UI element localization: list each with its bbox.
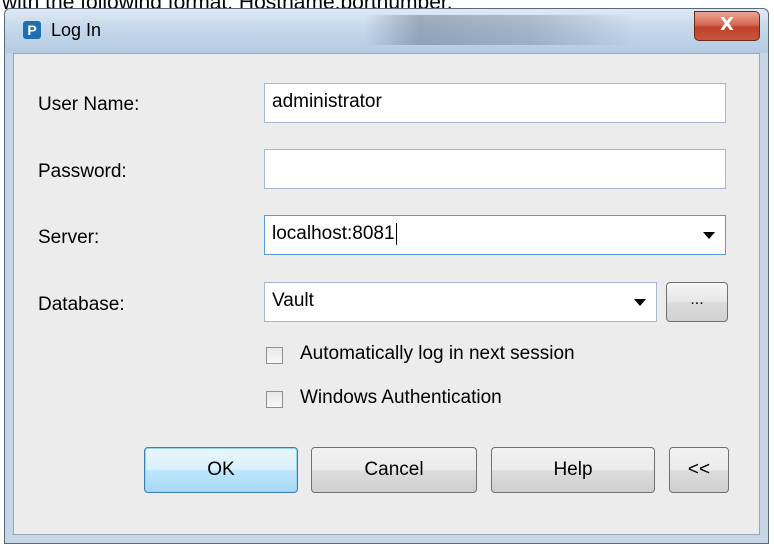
app-icon: P bbox=[23, 21, 41, 39]
text-caret bbox=[395, 222, 397, 245]
close-icon: X bbox=[720, 14, 734, 35]
server-combobox[interactable]: localhost:8081 bbox=[264, 215, 726, 255]
title-bar-background bbox=[365, 15, 635, 45]
collapse-button[interactable]: << bbox=[669, 447, 729, 493]
windows-auth-checkbox[interactable] bbox=[266, 391, 283, 408]
dropdown-arrow-icon[interactable] bbox=[634, 299, 646, 306]
title-bar[interactable]: P Log In X bbox=[5, 9, 768, 53]
dialog-title: Log In bbox=[51, 20, 102, 40]
database-label: Database: bbox=[38, 294, 125, 315]
auto-login-checkbox[interactable] bbox=[266, 347, 283, 364]
username-field[interactable]: administrator bbox=[264, 83, 726, 123]
password-field[interactable] bbox=[264, 149, 726, 189]
browse-database-button[interactable]: ... bbox=[666, 282, 728, 322]
username-value: administrator bbox=[272, 91, 382, 112]
database-value: Vault bbox=[272, 290, 314, 311]
username-label: User Name: bbox=[38, 94, 140, 115]
database-combobox[interactable]: Vault bbox=[264, 282, 657, 322]
help-button[interactable]: Help bbox=[491, 447, 655, 493]
ok-button[interactable]: OK bbox=[144, 447, 298, 493]
close-button[interactable]: X bbox=[694, 11, 760, 41]
login-dialog: P Log In X User Name: administrator Pass… bbox=[4, 8, 769, 544]
password-label: Password: bbox=[38, 161, 127, 182]
server-label: Server: bbox=[38, 227, 100, 248]
auto-login-label: Automatically log in next session bbox=[300, 343, 575, 364]
cancel-button[interactable]: Cancel bbox=[311, 447, 477, 493]
dialog-body: User Name: administrator Password: Serve… bbox=[13, 53, 760, 535]
dropdown-arrow-icon[interactable] bbox=[703, 232, 715, 239]
server-value: localhost:8081 bbox=[272, 223, 395, 244]
windows-auth-label: Windows Authentication bbox=[300, 387, 502, 408]
